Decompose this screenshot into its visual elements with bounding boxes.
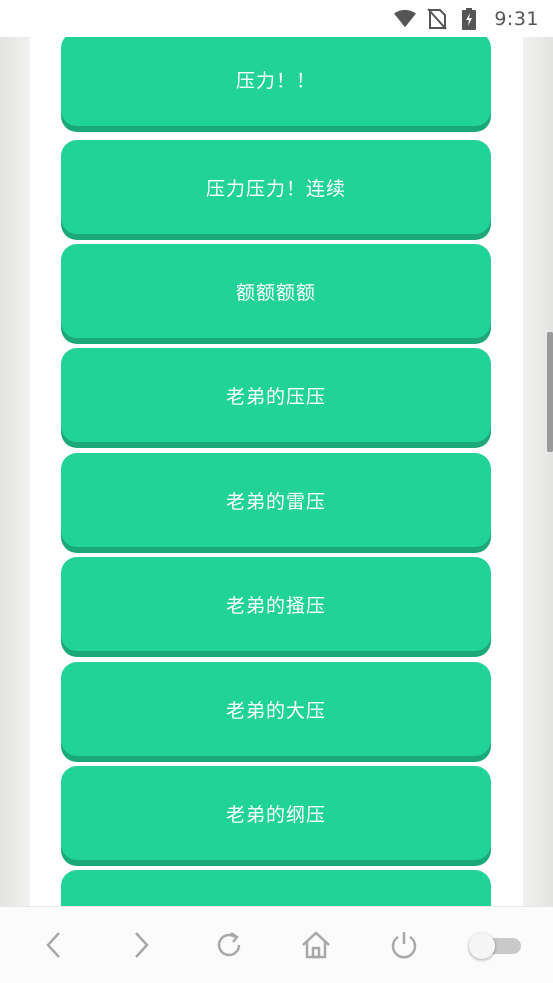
home-icon[interactable] [294, 923, 338, 967]
list-button[interactable]: 老弟的大压 [61, 662, 491, 756]
back-icon[interactable] [32, 923, 76, 967]
status-bar: 9:31 [0, 0, 553, 37]
list-button[interactable]: 老弟的雷压 [61, 453, 491, 547]
forward-icon[interactable] [119, 923, 163, 967]
list-button[interactable]: 老弟的纲压 [61, 766, 491, 860]
no-sim-icon [426, 7, 448, 30]
battery-charging-icon [458, 7, 480, 30]
power-icon[interactable] [382, 923, 426, 967]
scrollbar-thumb[interactable] [547, 332, 553, 452]
list-button[interactable]: 老弟的搔压 [61, 557, 491, 651]
page-margin-right [523, 37, 553, 906]
status-time: 9:31 [494, 7, 539, 30]
list-button[interactable]: 压力！！ [61, 37, 491, 126]
list-button[interactable] [61, 870, 491, 906]
bottom-nav-bar [0, 906, 553, 983]
list-button[interactable]: 老弟的压压 [61, 348, 491, 442]
toggle-knob [469, 933, 496, 959]
wifi-icon [394, 8, 417, 30]
refresh-icon[interactable] [207, 923, 251, 967]
list-button[interactable]: 额额额额 [61, 244, 491, 338]
list-button[interactable]: 压力压力！连续 [61, 140, 491, 234]
toggle-switch[interactable] [469, 933, 522, 959]
webview[interactable]: 压力！！ 压力压力！连续 额额额额 老弟的压压 老弟的雷压 老弟的搔压 老弟的大… [0, 37, 553, 906]
button-list[interactable]: 压力！！ 压力压力！连续 额额额额 老弟的压压 老弟的雷压 老弟的搔压 老弟的大… [30, 37, 523, 906]
page-margin-left [0, 37, 30, 906]
